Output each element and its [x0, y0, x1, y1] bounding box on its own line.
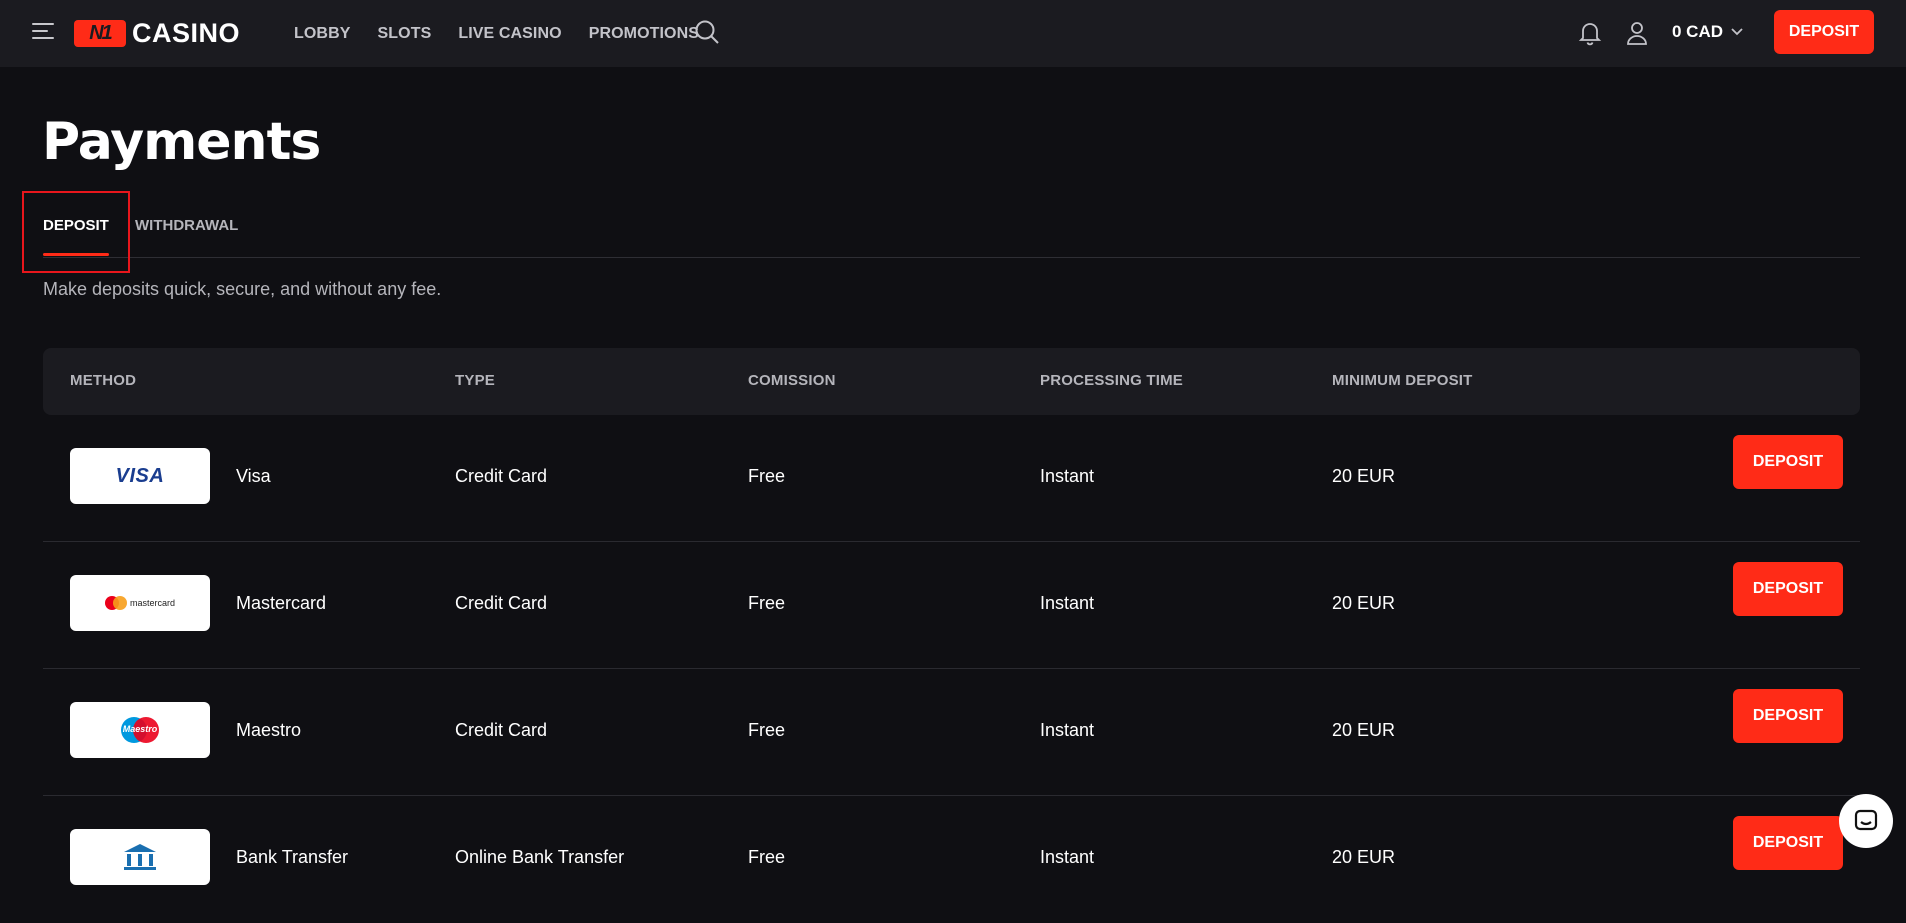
bank-transfer-logo — [70, 829, 210, 885]
chat-button[interactable] — [1839, 794, 1893, 848]
top-bar: N1 CASINO LOBBY SLOTS LIVE CASINO PROMOT… — [0, 0, 1906, 67]
header-processing-time: PROCESSING TIME — [1040, 372, 1184, 389]
method-commission: Free — [748, 847, 786, 867]
table-header: METHOD TYPE COMISSION PROCESSING TIME MI… — [43, 348, 1860, 415]
mastercard-icon — [104, 596, 127, 610]
method-minimum-deposit: 20 EUR — [1332, 593, 1396, 613]
table-row: Maestro Maestro Credit Card Free Instant… — [43, 669, 1860, 796]
balance-value: 0 CAD — [1672, 22, 1724, 41]
maestro-icon: Maestro — [121, 717, 159, 743]
tab-withdrawal[interactable]: WITHDRAWAL — [135, 217, 238, 234]
logo-mark: N1 — [74, 20, 126, 47]
mastercard-logo: mastercard — [70, 575, 210, 631]
method-minimum-deposit: 20 EUR — [1332, 466, 1396, 486]
casino-logo[interactable]: N1 CASINO — [74, 18, 240, 49]
menu-icon[interactable] — [32, 23, 54, 41]
method-type: Credit Card — [455, 593, 548, 613]
bank-icon — [124, 844, 156, 870]
method-commission: Free — [748, 466, 786, 486]
visa-logo-text: VISA — [115, 464, 165, 487]
table-row: Bank Transfer Online Bank Transfer Free … — [43, 796, 1860, 923]
deposit-button-visa[interactable]: DEPOSIT — [1733, 435, 1843, 489]
nav-slots[interactable]: SLOTS — [378, 25, 432, 43]
nav-promotions[interactable]: PROMOTIONS — [589, 25, 699, 43]
nav-lobby[interactable]: LOBBY — [294, 25, 351, 43]
chat-icon — [1854, 809, 1878, 831]
method-name: Maestro — [236, 720, 302, 740]
mastercard-logo-text: mastercard — [129, 598, 175, 608]
method-processing-time: Instant — [1040, 720, 1095, 740]
deposit-button-maestro[interactable]: DEPOSIT — [1733, 689, 1843, 743]
method-type: Online Bank Transfer — [455, 847, 625, 867]
maestro-logo-text: Maestro — [122, 724, 158, 734]
table-row: mastercard Mastercard Credit Card Free I… — [43, 542, 1860, 669]
maestro-logo: Maestro — [70, 702, 210, 758]
search-icon[interactable] — [694, 19, 720, 45]
method-type: Credit Card — [455, 466, 548, 486]
page-subtitle: Make deposits quick, secure, and without… — [43, 279, 442, 299]
tab-highlight-box — [22, 191, 130, 273]
page-title: Payments — [42, 112, 321, 172]
header-type: TYPE — [455, 372, 495, 389]
bell-icon[interactable] — [1578, 20, 1602, 46]
method-minimum-deposit: 20 EUR — [1332, 720, 1396, 740]
main-nav: LOBBY SLOTS LIVE CASINO PROMOTIONS — [294, 0, 726, 67]
user-icon[interactable] — [1625, 20, 1649, 46]
method-name: Mastercard — [236, 593, 327, 613]
payment-tabs: DEPOSIT WITHDRAWAL — [43, 190, 1860, 258]
deposit-button-mastercard[interactable]: DEPOSIT — [1733, 562, 1843, 616]
method-type: Credit Card — [455, 720, 548, 740]
deposit-button-bank-transfer[interactable]: DEPOSIT — [1733, 816, 1843, 870]
method-processing-time: Instant — [1040, 593, 1095, 613]
method-name: Visa — [236, 466, 271, 486]
method-commission: Free — [748, 593, 786, 613]
method-name: Bank Transfer — [236, 847, 349, 867]
header-deposit-button[interactable]: DEPOSIT — [1774, 10, 1874, 54]
method-commission: Free — [748, 720, 786, 740]
header-commission: COMISSION — [748, 372, 836, 389]
logo-text: CASINO — [132, 18, 241, 48]
table-row: VISA Visa Credit Card Free Instant 20 EU… — [43, 415, 1860, 542]
visa-logo: VISA — [70, 448, 210, 504]
header-minimum-deposit: MINIMUM DEPOSIT — [1332, 372, 1473, 389]
chevron-down-icon — [1731, 28, 1743, 36]
method-processing-time: Instant — [1040, 847, 1095, 867]
balance-dropdown[interactable]: 0 CAD — [1672, 22, 1743, 42]
nav-live-casino[interactable]: LIVE CASINO — [458, 25, 561, 43]
method-processing-time: Instant — [1040, 466, 1095, 486]
method-minimum-deposit: 20 EUR — [1332, 847, 1396, 867]
header-method: METHOD — [70, 372, 137, 389]
